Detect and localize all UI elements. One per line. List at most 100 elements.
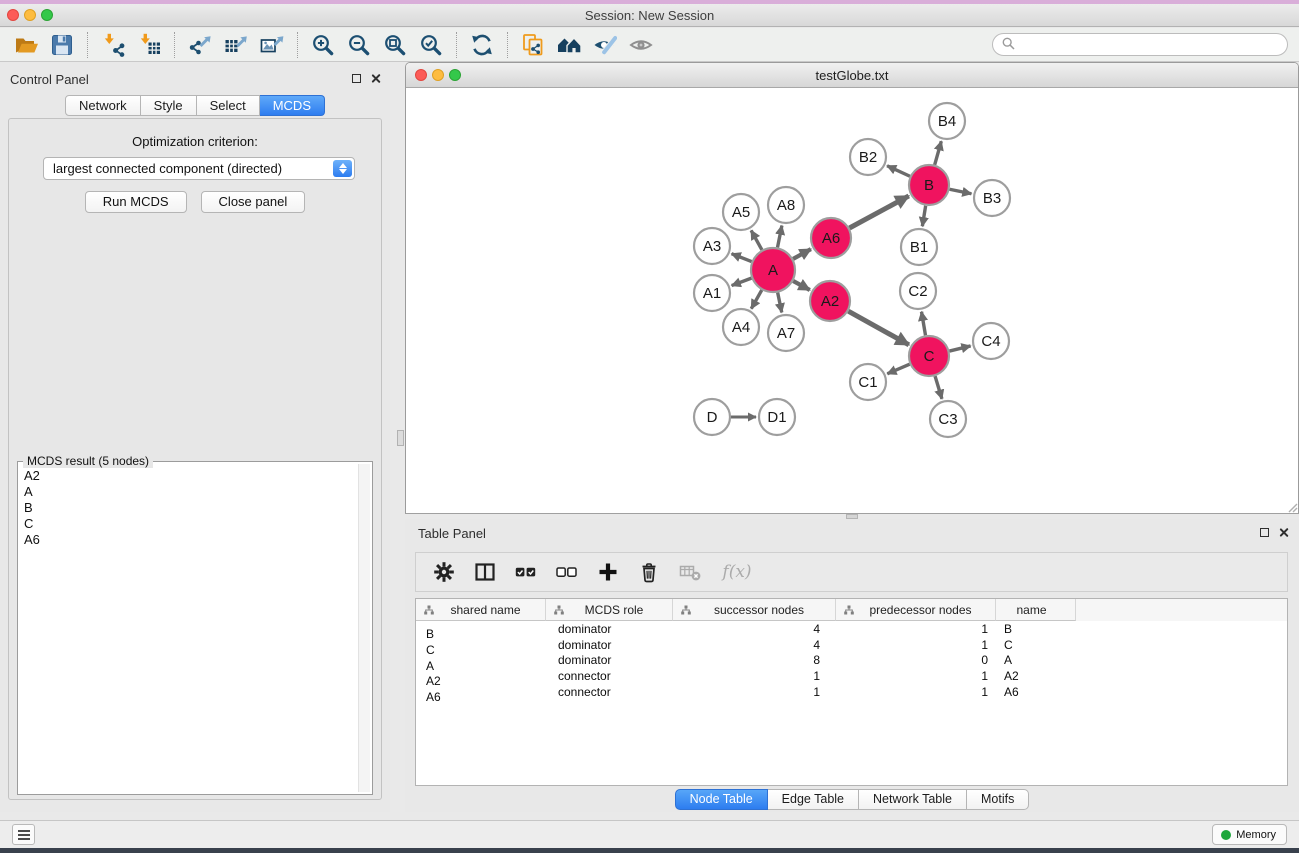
graph-edge-C-C3[interactable] bbox=[935, 376, 942, 399]
import-network-button[interactable] bbox=[95, 30, 131, 60]
float-panel-icon[interactable] bbox=[352, 74, 361, 83]
tab-motifs[interactable]: Motifs bbox=[967, 789, 1029, 810]
table-cell: A6 bbox=[416, 680, 546, 704]
close-panel-icon[interactable] bbox=[370, 73, 381, 84]
float-table-panel-icon[interactable] bbox=[1260, 528, 1269, 537]
export-network-button[interactable] bbox=[182, 30, 218, 60]
zoom-fit-icon bbox=[383, 33, 407, 57]
table-tabs: Node TableEdge TableNetwork TableMotifs bbox=[405, 789, 1299, 810]
result-list-scrollbar[interactable] bbox=[358, 464, 370, 792]
split-handle-vertical[interactable] bbox=[397, 430, 404, 446]
column-header-successor-nodes[interactable]: successor nodes bbox=[673, 599, 836, 621]
add-column-button[interactable] bbox=[596, 560, 620, 584]
graph-edge-A-A5[interactable] bbox=[751, 230, 762, 249]
graph-edge-B-B1[interactable] bbox=[922, 206, 925, 227]
optimization-criterion-label: Optimization criterion: bbox=[9, 134, 381, 149]
column-header-name[interactable]: name bbox=[996, 599, 1076, 621]
delete-table-button[interactable] bbox=[678, 560, 702, 584]
table-row[interactable]: A6connector11A6 bbox=[416, 684, 1287, 700]
toolbar-separator bbox=[456, 32, 457, 58]
graph-edge-B-B3[interactable] bbox=[950, 189, 972, 194]
column-header-label: name bbox=[996, 603, 1075, 617]
result-item[interactable]: C bbox=[21, 516, 356, 532]
table-row[interactable]: Bdominator41B bbox=[416, 621, 1287, 637]
delete-column-button[interactable] bbox=[637, 560, 661, 584]
network-canvas[interactable]: AA1A3A5A8A4A7A6A2BB1B2B3B4CC1C2C3C4DD1 bbox=[406, 88, 1298, 513]
tab-select[interactable]: Select bbox=[197, 95, 260, 116]
graph-edge-A-A6[interactable] bbox=[793, 249, 811, 259]
graph-edge-A6-B[interactable] bbox=[849, 196, 908, 228]
graph-edge-C-C4[interactable] bbox=[949, 346, 970, 351]
graph-edge-A-A7[interactable] bbox=[778, 293, 782, 313]
zoom-in-button[interactable] bbox=[305, 30, 341, 60]
split-columns-button[interactable] bbox=[473, 560, 497, 584]
graph-node-label: A8 bbox=[777, 197, 795, 214]
run-mcds-button[interactable]: Run MCDS bbox=[85, 191, 187, 213]
tab-style[interactable]: Style bbox=[141, 95, 197, 116]
graph-edge-C-C1[interactable] bbox=[887, 364, 909, 374]
graph-node-label: A2 bbox=[821, 293, 839, 310]
table-settings-button[interactable] bbox=[432, 560, 456, 584]
graph-edge-A-A4[interactable] bbox=[751, 290, 761, 309]
toolbar-separator bbox=[174, 32, 175, 58]
panel-chooser-button[interactable] bbox=[12, 824, 35, 845]
graph-edge-A2-C[interactable] bbox=[848, 311, 909, 345]
column-header-label: shared name bbox=[434, 603, 545, 617]
tab-mcds[interactable]: MCDS bbox=[260, 95, 325, 116]
column-header-MCDS-role[interactable]: MCDS role bbox=[546, 599, 673, 621]
node-table[interactable]: shared nameMCDS rolesuccessor nodesprede… bbox=[415, 598, 1288, 786]
tab-network[interactable]: Network bbox=[65, 95, 141, 116]
export-table-button[interactable] bbox=[218, 30, 254, 60]
function-builder-button[interactable]: f(x) bbox=[719, 560, 755, 584]
open-session-button[interactable] bbox=[8, 30, 44, 60]
deselect-all-columns-button[interactable] bbox=[555, 560, 579, 584]
criterion-select[interactable]: largest connected component (directed) bbox=[43, 157, 355, 180]
graph-node-label: A bbox=[768, 262, 778, 279]
zoom-out-button[interactable] bbox=[341, 30, 377, 60]
select-stepper-icon[interactable] bbox=[333, 160, 352, 177]
show-eye-button[interactable] bbox=[623, 30, 659, 60]
graph-edge-A-A3[interactable] bbox=[732, 254, 752, 262]
zoom-fit-button[interactable] bbox=[377, 30, 413, 60]
table-row[interactable]: A2connector11A2 bbox=[416, 668, 1287, 684]
graph-edge-C-C2[interactable] bbox=[922, 312, 926, 336]
result-item[interactable]: A6 bbox=[21, 532, 356, 548]
memory-button[interactable]: Memory bbox=[1212, 824, 1287, 845]
select-all-columns-button[interactable] bbox=[514, 560, 538, 584]
table-row[interactable]: Adominator80A bbox=[416, 653, 1287, 669]
close-panel-button[interactable]: Close panel bbox=[201, 191, 306, 213]
tab-edge-table[interactable]: Edge Table bbox=[768, 789, 859, 810]
mcds-result-list[interactable]: A2ABCA6 bbox=[21, 468, 356, 791]
tab-node-table[interactable]: Node Table bbox=[675, 789, 768, 810]
network-graph[interactable]: AA1A3A5A8A4A7A6A2BB1B2B3B4CC1C2C3C4DD1 bbox=[406, 88, 1298, 513]
refresh-button[interactable] bbox=[464, 30, 500, 60]
export-image-icon bbox=[260, 33, 285, 57]
graph-edge-B-B2[interactable] bbox=[887, 166, 910, 176]
graph-edge-A-A1[interactable] bbox=[732, 278, 752, 285]
clone-network-button[interactable] bbox=[515, 30, 551, 60]
zoom-selected-button[interactable] bbox=[413, 30, 449, 60]
close-table-panel-icon[interactable] bbox=[1278, 527, 1289, 538]
hide-eye-button[interactable] bbox=[587, 30, 623, 60]
save-session-button[interactable] bbox=[44, 30, 80, 60]
search-input[interactable] bbox=[992, 33, 1288, 56]
graph-edge-A-A2[interactable] bbox=[793, 281, 810, 290]
graph-edge-A-A8[interactable] bbox=[778, 226, 782, 248]
export-image-button[interactable] bbox=[254, 30, 290, 60]
network-window-titlebar[interactable]: testGlobe.txt bbox=[406, 63, 1298, 88]
eye-slash-icon bbox=[593, 33, 617, 57]
application-window: Session: New Session Control Panel bbox=[0, 0, 1299, 853]
column-header-predecessor-nodes[interactable]: predecessor nodes bbox=[836, 599, 996, 621]
table-row[interactable]: Cdominator41C bbox=[416, 637, 1287, 653]
resize-grip-icon[interactable] bbox=[1285, 500, 1298, 513]
table-cell: 1 bbox=[836, 622, 996, 636]
houses-button[interactable] bbox=[551, 30, 587, 60]
tab-network-table[interactable]: Network Table bbox=[859, 789, 967, 810]
result-item[interactable]: A bbox=[21, 484, 356, 500]
result-item[interactable]: B bbox=[21, 500, 356, 516]
import-table-button[interactable] bbox=[131, 30, 167, 60]
clone-network-icon bbox=[521, 33, 545, 57]
graph-edge-B-B4[interactable] bbox=[935, 141, 942, 165]
result-item[interactable]: A2 bbox=[21, 468, 356, 484]
table-cell: 0 bbox=[836, 653, 996, 667]
